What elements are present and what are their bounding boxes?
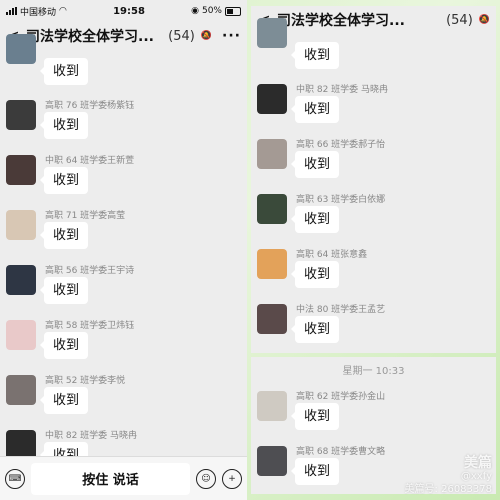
- group-title-right[interactable]: 司法学校全体学习...: [277, 10, 440, 30]
- watermark-id: 美篇号: 26083378: [404, 484, 492, 495]
- message-row: 中法 80 班学委王孟艺 收到: [251, 300, 496, 353]
- message-timestamp: 星期一 10:33: [342, 366, 405, 377]
- message-bubble[interactable]: 收到: [39, 387, 89, 414]
- sender-name: 高职 68 班学委曹文略: [296, 447, 386, 457]
- mute-bell-icon: 🔕: [200, 31, 213, 41]
- message-bubble[interactable]: 收到: [290, 206, 340, 233]
- sender-name: 高职 52 班学委李悦: [45, 376, 126, 386]
- avatar[interactable]: [257, 194, 287, 224]
- voice-keyboard-toggle-icon[interactable]: ⌨: [5, 468, 25, 489]
- avatar[interactable]: [6, 210, 36, 240]
- avatar[interactable]: [6, 320, 36, 350]
- chat-header-right: < 司法学校全体学习... (54) 🔕: [251, 6, 496, 34]
- avatar[interactable]: [257, 18, 287, 48]
- message-row: 高职 56 班学委王宇诗 收到: [0, 261, 247, 316]
- message-bubble[interactable]: 收到: [39, 277, 89, 304]
- battery-percent: 50%: [201, 6, 222, 16]
- message-bubble[interactable]: 收到: [290, 403, 340, 430]
- avatar[interactable]: [6, 155, 36, 185]
- sender-name: 中法 80 班学委王孟艺: [296, 305, 386, 315]
- message-bubble[interactable]: 收到: [39, 167, 89, 194]
- message-row: 高职 76 班学委杨紫钰 收到: [0, 96, 247, 151]
- sender-name: 高职 56 班学委王宇诗: [45, 266, 135, 276]
- avatar[interactable]: [6, 265, 36, 295]
- member-count-right: (54): [446, 12, 473, 28]
- avatar[interactable]: [6, 34, 36, 64]
- message-row: 高职 52 班学委李悦 收到: [0, 371, 247, 426]
- chat-header: < 司法学校全体学习... (54) 🔕 ···: [0, 22, 247, 50]
- message-bubble[interactable]: 收到: [290, 42, 340, 69]
- left-chat-screenshot: 中国移动 ◠ 19:58 ◉ 50% < 司法学校全体学习... (54) 🔕 …: [0, 0, 247, 500]
- watermark-brand: 美篇: [464, 455, 492, 471]
- wifi-icon: ◠: [59, 6, 67, 16]
- message-bubble[interactable]: 收到: [39, 222, 89, 249]
- hold-to-talk-button[interactable]: 按住 说话: [31, 462, 190, 495]
- message-bubble[interactable]: 收到: [290, 261, 340, 288]
- mute-bell-icon: 🔕: [478, 15, 490, 25]
- group-title[interactable]: 司法学校全体学习...: [26, 26, 162, 46]
- avatar[interactable]: [257, 446, 287, 476]
- sender-name: 高职 71 班学委高莹: [45, 211, 126, 221]
- message-row: 高职 58 班学委卫炜钰 收到: [0, 316, 247, 371]
- message-bubble[interactable]: 收到: [290, 96, 340, 123]
- sender-name: 高职 76 班学委杨紫钰: [45, 101, 135, 111]
- right-top-chat-screenshot: < 司法学校全体学习... (54) 🔕 收到中职 82 班学委 马晓冉收到高职…: [251, 6, 496, 353]
- avatar[interactable]: [257, 391, 287, 421]
- sender-name: 高职 64 班张意鑫: [296, 250, 368, 260]
- sender-name: 中职 82 班学委 马晓冉: [296, 85, 389, 95]
- sender-name: 中职 64 班学委王新萱: [45, 156, 135, 166]
- message-row: 中职 64 班学委王新萱 收到: [0, 151, 247, 206]
- sender-name: 高职 58 班学委卫炜钰: [45, 321, 135, 331]
- clock: 19:58: [113, 5, 145, 17]
- message-row: 高职 62 班学委孙金山 收到: [251, 387, 496, 442]
- member-count: (54): [168, 28, 195, 44]
- watermark-handle: @xxfy: [460, 471, 492, 482]
- message-bubble[interactable]: 收到: [290, 458, 340, 485]
- message-row: 高职 63 班学委白依娜 收到: [251, 190, 496, 245]
- message-bubble[interactable]: 收到: [290, 316, 340, 343]
- message-row: 收到: [251, 18, 496, 80]
- message-row: 中职 82 班学委 马晓冉收到: [251, 80, 496, 135]
- message-bubble[interactable]: 收到: [39, 58, 89, 85]
- signal-icon: [6, 7, 17, 15]
- avatar[interactable]: [257, 249, 287, 279]
- watermark: 美篇 @xxfy 美篇号: 26083378: [404, 455, 492, 496]
- message-list-right-top[interactable]: 收到 中职 82 班学委 马晓冉 收到 高职 66 班学委郝子怡 收到 高职 63 班学委…: [251, 18, 496, 353]
- emoji-icon[interactable]: ☺: [196, 468, 216, 489]
- sender-name: 高职 63 班学委白依娜: [296, 195, 386, 205]
- message-row: 高职 66 班学委郝子怡 收到: [251, 135, 496, 190]
- plus-icon[interactable]: +: [222, 468, 242, 489]
- carrier-label: 中国移动: [20, 7, 57, 18]
- message-bubble[interactable]: 收到: [39, 112, 89, 139]
- status-bar: 中国移动 ◠ 19:58 ◉ 50%: [0, 0, 247, 22]
- avatar[interactable]: [6, 100, 36, 130]
- battery-icon: [225, 6, 241, 16]
- avatar[interactable]: [6, 375, 36, 405]
- sender-name: 中职 82 班学委 马晓冉: [45, 431, 138, 441]
- message-row: 高职 64 班张意鑫 收到: [251, 245, 496, 300]
- input-bar: ⌨ 按住 说话 ☺ +: [0, 456, 247, 500]
- message-bubble[interactable]: 收到: [290, 151, 340, 178]
- avatar[interactable]: [257, 84, 287, 114]
- message-row: 收到: [0, 34, 247, 96]
- message-list[interactable]: 收到 高职 76 班学委杨紫钰 收到 中职 64 班学委王新萱 收到 高职 71 班学委高…: [0, 34, 247, 481]
- message-bubble[interactable]: 收到: [39, 332, 89, 359]
- more-options-icon[interactable]: ···: [222, 28, 241, 44]
- avatar[interactable]: [257, 304, 287, 334]
- alarm-icon: ◉: [191, 6, 199, 16]
- message-row: 高职 71 班学委高莹 收到: [0, 206, 247, 261]
- sender-name: 高职 62 班学委孙金山: [296, 392, 386, 402]
- sender-name: 高职 66 班学委郝子怡: [296, 140, 386, 150]
- avatar[interactable]: [257, 139, 287, 169]
